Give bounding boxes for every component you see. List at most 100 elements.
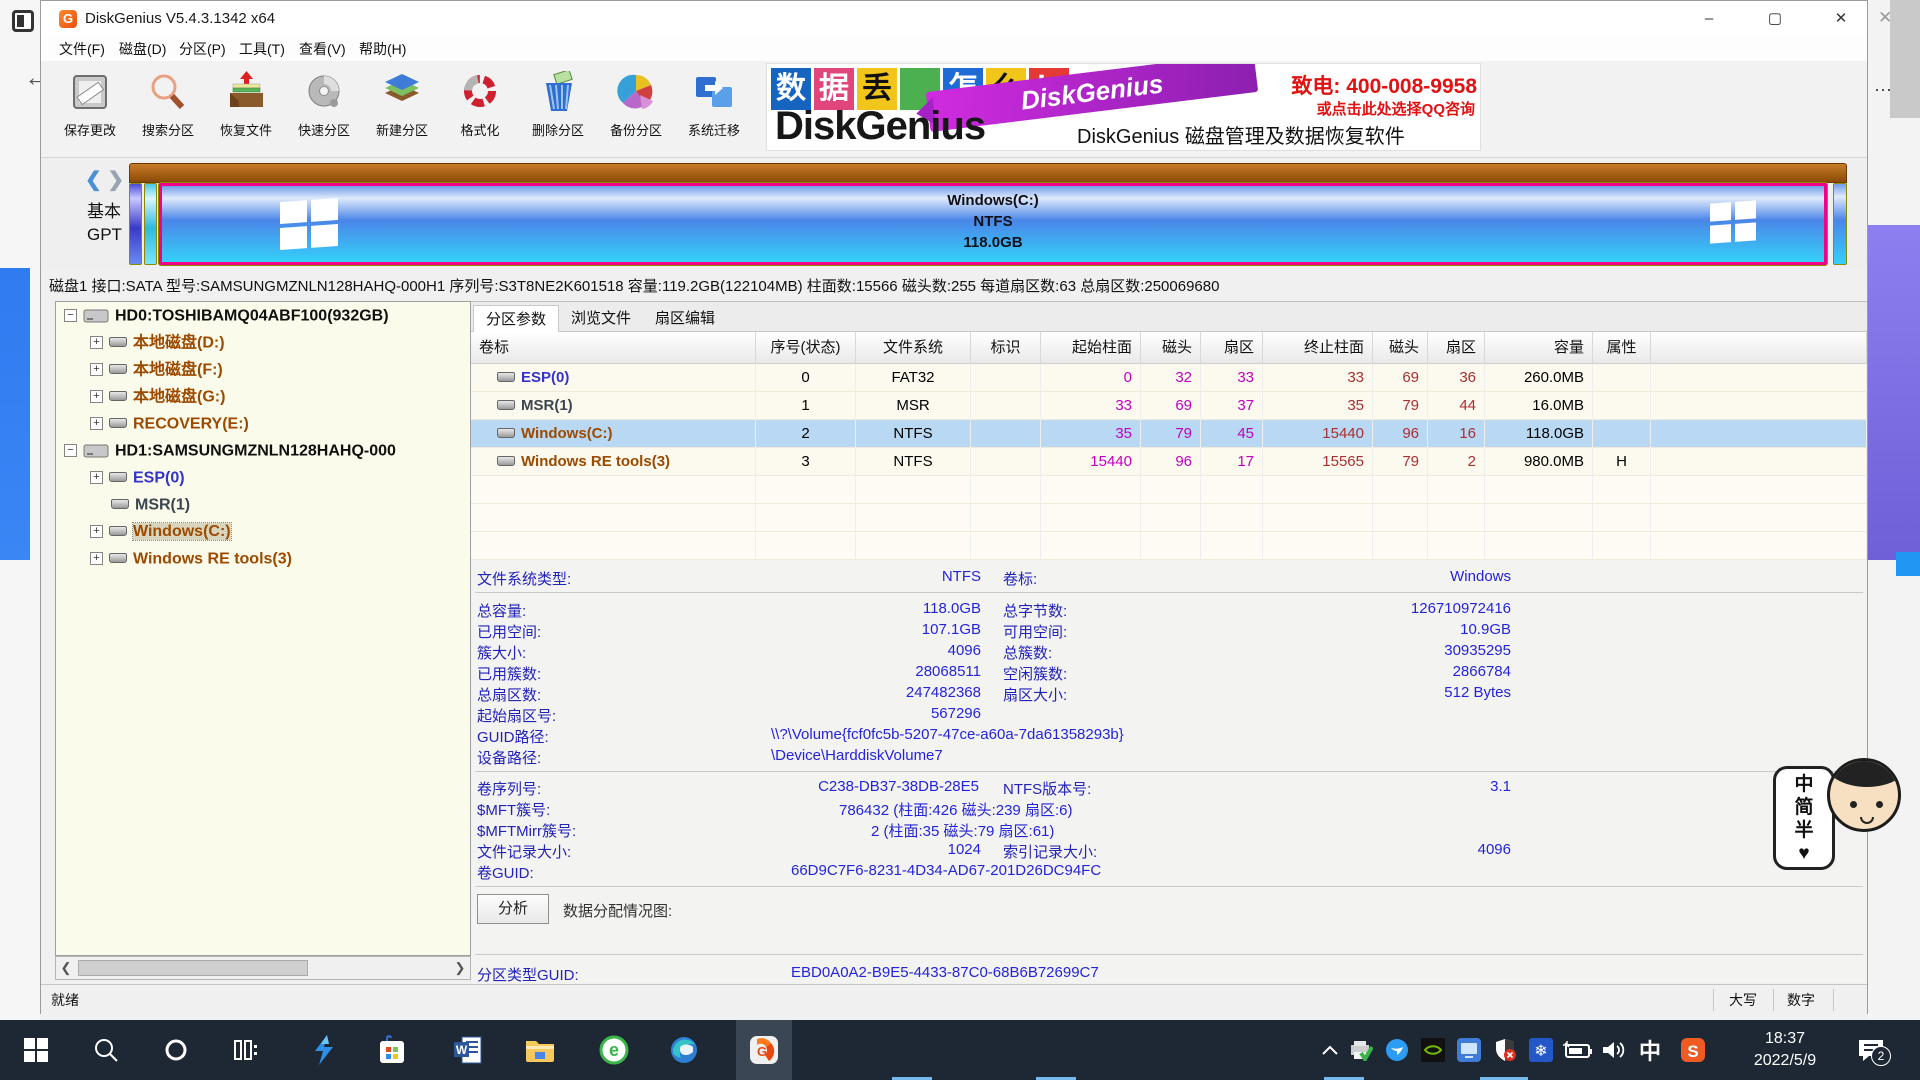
menu-help[interactable]: 帮助(H) (353, 39, 412, 59)
analyze-button[interactable]: 分析 (477, 894, 549, 924)
system-migration-button[interactable]: 系统迁移 (675, 65, 753, 155)
partition-block-windows-c[interactable]: Windows(C:) NTFS 118.0GB (159, 183, 1827, 265)
cell-flag (971, 364, 1041, 392)
volume-tray-icon[interactable] (1596, 1020, 1632, 1080)
printer-tray-icon[interactable] (1344, 1020, 1378, 1080)
tab-sector-edit[interactable]: 扇区编辑 (643, 305, 727, 332)
tree-item-hd1[interactable]: −HD1:SAMSUNGMZNLN128HAHQ-000 (56, 437, 470, 464)
table-row-esp[interactable]: ESP(0) 0 FAT32 0 32 33 33 69 36 260.0MB (471, 364, 1867, 392)
col-header[interactable]: 卷标 (471, 332, 756, 364)
tab-partition-params[interactable]: 分区参数 (473, 305, 559, 332)
tree-item-msr[interactable]: MSR(1) (56, 491, 470, 518)
col-header[interactable]: 属性 (1593, 332, 1651, 364)
expand-icon[interactable]: + (90, 363, 103, 376)
expand-icon[interactable]: + (90, 417, 103, 430)
menu-partition[interactable]: 分区(P) (173, 39, 232, 59)
partition-block-msr[interactable] (144, 183, 157, 265)
close-button[interactable]: ✕ (1813, 1, 1869, 37)
search-icon[interactable] (82, 1020, 130, 1080)
detail-label: 卷序列号: (477, 778, 541, 799)
menu-file[interactable]: 文件(F) (53, 39, 111, 59)
menu-tools[interactable]: 工具(T) (233, 39, 291, 59)
table-row-windows-c-selected[interactable]: Windows(C:) 2 NTFS 35 79 45 15440 96 16 … (471, 420, 1867, 448)
tree-item-recovery-e[interactable]: +RECOVERY(E:) (56, 410, 470, 437)
dingtalk-tray-icon[interactable] (1380, 1020, 1414, 1080)
expand-icon[interactable]: + (90, 336, 103, 349)
col-header[interactable]: 扇区 (1201, 332, 1263, 364)
delete-partition-button[interactable]: 删除分区 (519, 65, 597, 155)
menu-view[interactable]: 查看(V) (293, 39, 352, 59)
tree-item-re-tools[interactable]: +Windows RE tools(3) (56, 545, 470, 572)
disk-nav-arrows[interactable]: ❮ ❯ (85, 167, 124, 192)
tree-item-local-d[interactable]: +本地磁盘(D:) (56, 329, 470, 356)
maximize-button[interactable]: ▢ (1747, 1, 1803, 37)
minimize-button[interactable]: – (1681, 1, 1737, 37)
edge-icon[interactable] (660, 1020, 708, 1080)
new-partition-button[interactable]: 新建分区 (363, 65, 441, 155)
task-view-icon[interactable] (222, 1020, 270, 1080)
recover-files-button[interactable]: 恢复文件 (207, 65, 285, 155)
col-header[interactable]: 容量 (1485, 332, 1593, 364)
ad-banner[interactable]: 数 据 丢 怎 么 ！ DiskGenius 致电: 400-008-9958 … (766, 63, 1481, 151)
col-header[interactable]: 终止柱面 (1263, 332, 1373, 364)
tree-item-local-g[interactable]: +本地磁盘(G:) (56, 383, 470, 410)
intel-graphics-tray-icon[interactable] (1452, 1020, 1486, 1080)
cell-end-head: 69 (1373, 364, 1428, 392)
detail-label: 总容量: (477, 600, 526, 621)
col-header[interactable]: 序号(状态) (756, 332, 856, 364)
col-header[interactable]: 文件系统 (856, 332, 971, 364)
internet-explorer-icon[interactable]: e (590, 1020, 638, 1080)
expand-icon[interactable]: + (90, 471, 103, 484)
tree-item-windows-c[interactable]: +Windows(C:) (56, 518, 470, 545)
word-icon[interactable]: W (444, 1020, 492, 1080)
sogou-tray-icon[interactable]: S (1676, 1020, 1710, 1080)
collapse-icon[interactable]: − (64, 444, 77, 457)
floating-helper-widget[interactable]: 中 简 半 ♥ (1773, 758, 1919, 874)
menu-disk[interactable]: 磁盘(D) (113, 39, 172, 59)
scrollbar-thumb[interactable] (78, 960, 308, 976)
diskgenius-taskbar-icon[interactable]: G (740, 1020, 788, 1080)
screen: ← ✕ ⋯ G DiskGenius V5.4.3.1342 x64 – ▢ ✕… (0, 0, 1920, 1080)
nvidia-tray-icon[interactable] (1416, 1020, 1450, 1080)
ime-indicator[interactable]: 中 (1634, 1020, 1666, 1080)
taskbar-clock[interactable]: 18:37 2022/5/9 (1735, 1028, 1835, 1072)
cell-end-sector: 36 (1428, 364, 1485, 392)
col-header[interactable]: 磁头 (1141, 332, 1201, 364)
scroll-right-icon[interactable]: ❯ (451, 959, 469, 977)
tab-browse-files[interactable]: 浏览文件 (559, 305, 643, 332)
format-button[interactable]: 格式化 (441, 65, 519, 155)
flash-app-icon[interactable] (300, 1020, 348, 1080)
collapse-icon[interactable]: − (64, 309, 77, 322)
expand-icon[interactable]: + (90, 390, 103, 403)
scroll-left-icon[interactable]: ❮ (57, 959, 75, 977)
ad-qq-link[interactable]: 或点击此处选择QQ咨询 (1207, 98, 1475, 119)
quick-partition-button[interactable]: 快速分区 (285, 65, 363, 155)
partition-block-re-tools[interactable] (1833, 183, 1847, 265)
expand-icon[interactable]: + (90, 552, 103, 565)
defender-tray-icon[interactable] (1488, 1020, 1522, 1080)
col-header[interactable]: 磁头 (1373, 332, 1428, 364)
file-explorer-icon[interactable] (516, 1020, 564, 1080)
save-changes-button[interactable]: 保存更改 (51, 65, 129, 155)
tree-horizontal-scrollbar[interactable]: ❮ ❯ (55, 956, 471, 980)
expand-icon[interactable]: + (90, 525, 103, 538)
snowflake-tray-icon[interactable]: ❄ (1524, 1020, 1558, 1080)
tree-item-local-f[interactable]: +本地磁盘(F:) (56, 356, 470, 383)
tree-item-hd0[interactable]: −HD0:TOSHIBAMQ04ABF100(932GB) (56, 302, 470, 329)
col-header[interactable]: 标识 (971, 332, 1041, 364)
col-header[interactable]: 起始柱面 (1041, 332, 1141, 364)
col-header[interactable]: 扇区 (1428, 332, 1485, 364)
battery-tray-icon[interactable] (1560, 1020, 1596, 1080)
table-row-msr[interactable]: MSR(1) 1 MSR 33 69 37 35 79 44 16.0MB (471, 392, 1867, 420)
tree-item-esp[interactable]: +ESP(0) (56, 464, 470, 491)
divider (475, 954, 1863, 955)
cortana-icon[interactable] (152, 1020, 200, 1080)
action-center-icon[interactable]: 2 (1846, 1020, 1896, 1080)
table-row-re-tools[interactable]: Windows RE tools(3) 3 NTFS 15440 96 17 1… (471, 448, 1867, 476)
partition-block-esp[interactable] (129, 183, 142, 265)
start-button[interactable] (12, 1020, 60, 1080)
search-partition-button[interactable]: 搜索分区 (129, 65, 207, 155)
svg-text:❄: ❄ (1534, 1043, 1547, 1060)
backup-partition-button[interactable]: 备份分区 (597, 65, 675, 155)
microsoft-store-icon[interactable] (368, 1020, 416, 1080)
